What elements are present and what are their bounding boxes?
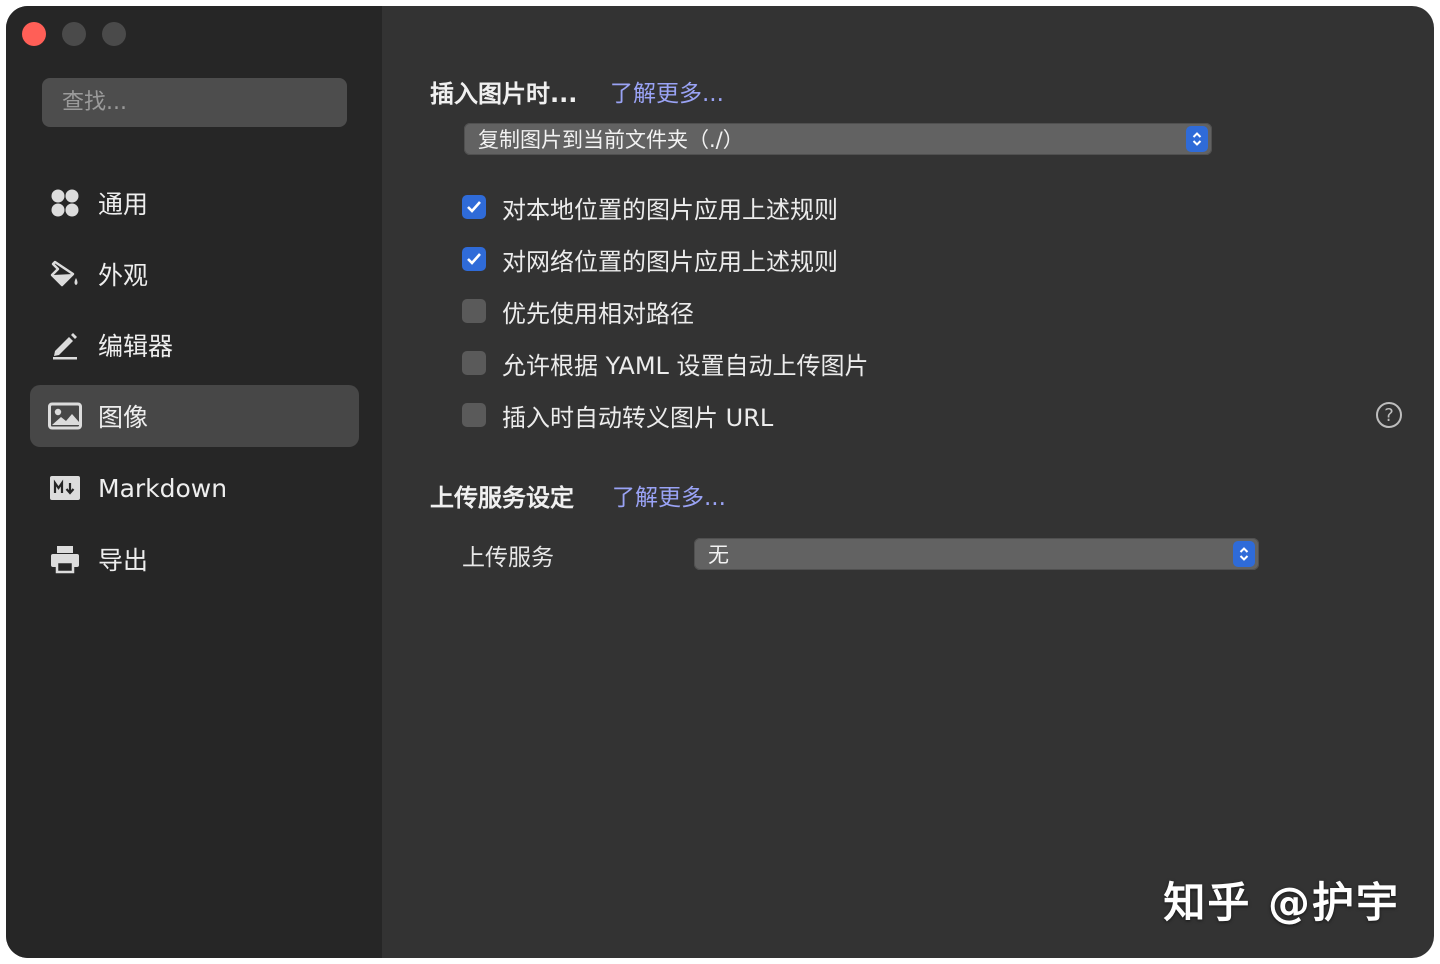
window-controls <box>22 22 126 46</box>
sidebar-item-label: 图像 <box>98 403 149 432</box>
watermark: 知乎 @护宇 <box>1163 878 1400 927</box>
checkmark-icon <box>467 253 481 265</box>
insert-image-title: 插入图片时... <box>430 80 578 108</box>
sidebar-item-export[interactable]: 导出 <box>30 528 359 590</box>
preferences-window: 通用 外观 编辑器 <box>6 6 1434 958</box>
image-icon <box>48 399 82 433</box>
upload-learn-more-link[interactable]: 了解更多... <box>612 478 726 512</box>
sidebar-item-editor[interactable]: 编辑器 <box>30 314 359 376</box>
upload-settings-title: 上传服务设定 <box>430 484 574 512</box>
checkbox-unchecked[interactable] <box>462 403 486 427</box>
option-prefer-relative-path[interactable]: 优先使用相对路径 <box>462 296 694 328</box>
markdown-icon <box>48 471 82 505</box>
upload-service-select[interactable]: 无 <box>694 538 1259 570</box>
upload-service-label: 上传服务 <box>462 545 554 571</box>
pencil-icon <box>48 328 82 362</box>
sidebar-item-markdown[interactable]: Markdown <box>30 457 359 519</box>
option-label: 插入时自动转义图片 URL <box>502 403 774 432</box>
close-window-button[interactable] <box>22 22 46 46</box>
sidebar-item-general[interactable]: 通用 <box>30 172 359 234</box>
chevron-up-down-icon <box>1233 541 1255 567</box>
option-label: 优先使用相对路径 <box>502 299 694 328</box>
sidebar-item-image[interactable]: 图像 <box>30 385 359 447</box>
checkbox-checked[interactable] <box>462 195 486 219</box>
search-input[interactable] <box>42 78 347 127</box>
sidebar: 通用 外观 编辑器 <box>6 6 382 958</box>
checkbox-checked[interactable] <box>462 247 486 271</box>
grid-icon <box>48 186 82 220</box>
option-label: 对网络位置的图片应用上述规则 <box>502 247 838 276</box>
select-value: 复制图片到当前文件夹（./） <box>478 128 744 152</box>
chevron-up-down-icon <box>1186 126 1208 152</box>
option-yaml-auto-upload[interactable]: 允许根据 YAML 设置自动上传图片 <box>462 348 869 380</box>
option-label: 允许根据 YAML 设置自动上传图片 <box>502 351 869 380</box>
insert-image-action-select[interactable]: 复制图片到当前文件夹（./） <box>464 123 1212 155</box>
option-escape-url[interactable]: 插入时自动转义图片 URL <box>462 400 774 432</box>
sidebar-item-label: 外观 <box>98 261 149 290</box>
content-pane: 插入图片时... 了解更多... 复制图片到当前文件夹（./） 对本地位置的图片… <box>382 6 1434 958</box>
option-apply-network[interactable]: 对网络位置的图片应用上述规则 <box>462 244 838 276</box>
paint-bucket-icon <box>48 257 82 291</box>
checkbox-unchecked[interactable] <box>462 351 486 375</box>
option-apply-local[interactable]: 对本地位置的图片应用上述规则 <box>462 192 838 224</box>
insert-image-learn-more-link[interactable]: 了解更多... <box>610 74 724 108</box>
sidebar-item-appearance[interactable]: 外观 <box>30 243 359 305</box>
sidebar-item-label: 通用 <box>98 190 149 219</box>
checkmark-icon <box>467 201 481 213</box>
minimize-window-button[interactable] <box>62 22 86 46</box>
select-value: 无 <box>708 543 729 567</box>
sidebar-item-label: 导出 <box>98 546 149 575</box>
sidebar-item-label: 编辑器 <box>98 332 174 361</box>
printer-icon <box>48 542 82 576</box>
option-label: 对本地位置的图片应用上述规则 <box>502 195 838 224</box>
sidebar-item-label: Markdown <box>98 473 228 503</box>
help-icon[interactable]: ? <box>1376 402 1402 428</box>
maximize-window-button[interactable] <box>102 22 126 46</box>
checkbox-unchecked[interactable] <box>462 299 486 323</box>
